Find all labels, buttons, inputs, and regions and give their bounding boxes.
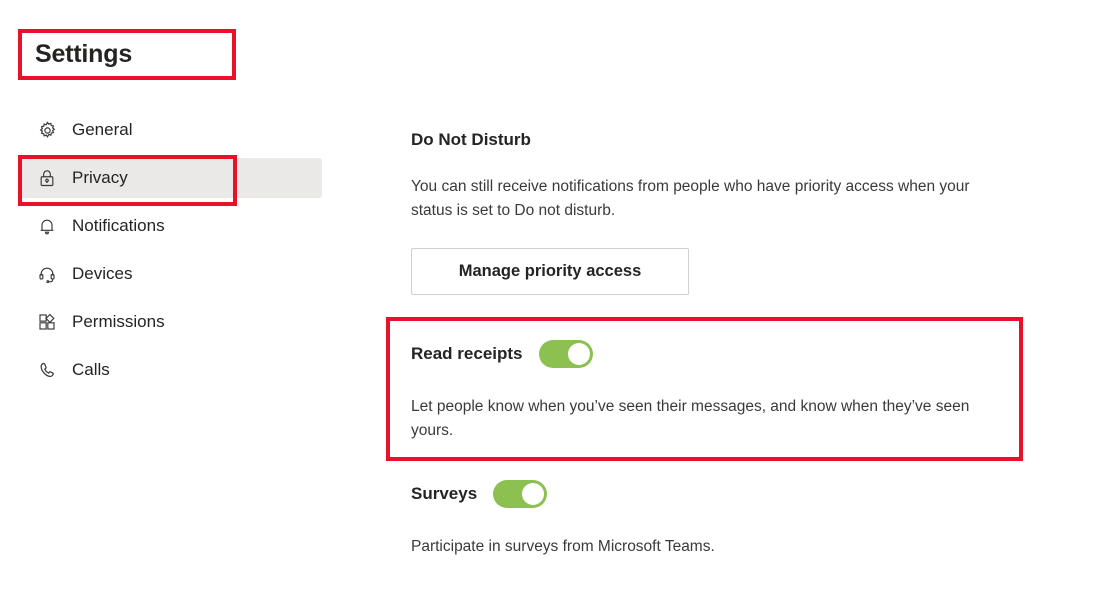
sidebar-item-devices[interactable]: Devices [20,254,322,294]
headset-icon [36,263,58,285]
sidebar-item-notifications[interactable]: Notifications [20,206,322,246]
lock-icon [36,167,58,189]
sidebar-item-label: Notifications [72,216,165,235]
app-grid-icon [36,311,58,333]
manage-priority-access-button[interactable]: Manage priority access [411,248,689,295]
sidebar-item-label: Privacy [72,168,128,187]
gear-icon [36,119,58,141]
surveys-heading: Surveys [411,484,478,503]
bell-icon [36,215,58,237]
read-receipts-toggle[interactable] [538,340,593,368]
sidebar-item-general[interactable]: General [20,110,322,150]
sidebar-item-label: Calls [72,360,110,379]
page-title: Settings [35,40,133,68]
settings-sidebar: General Privacy Notifications Devices Pe… [0,110,340,398]
sidebar-item-calls[interactable]: Calls [20,350,322,390]
toggle-knob [522,483,545,505]
phone-icon [36,359,58,381]
toggle-knob [567,343,590,365]
surveys-row: Surveys [411,480,548,508]
sidebar-item-label: Permissions [72,312,165,331]
do-not-disturb-description: You can still receive notifications from… [411,178,970,219]
sidebar-item-label: Devices [72,264,133,283]
read-receipts-row: Read receipts [411,340,593,368]
do-not-disturb-heading: Do Not Disturb [411,130,531,149]
surveys-toggle[interactable] [493,480,548,508]
surveys-description: Participate in surveys from Microsoft Te… [411,538,715,555]
sidebar-item-privacy[interactable]: Privacy [20,158,322,198]
sidebar-item-permissions[interactable]: Permissions [20,302,322,342]
read-receipts-heading: Read receipts [411,344,523,363]
settings-page: Settings General Privacy Notifications D… [0,0,1095,595]
sidebar-item-label: General [72,120,133,139]
read-receipts-description: Let people know when you’ve seen their m… [411,398,970,439]
